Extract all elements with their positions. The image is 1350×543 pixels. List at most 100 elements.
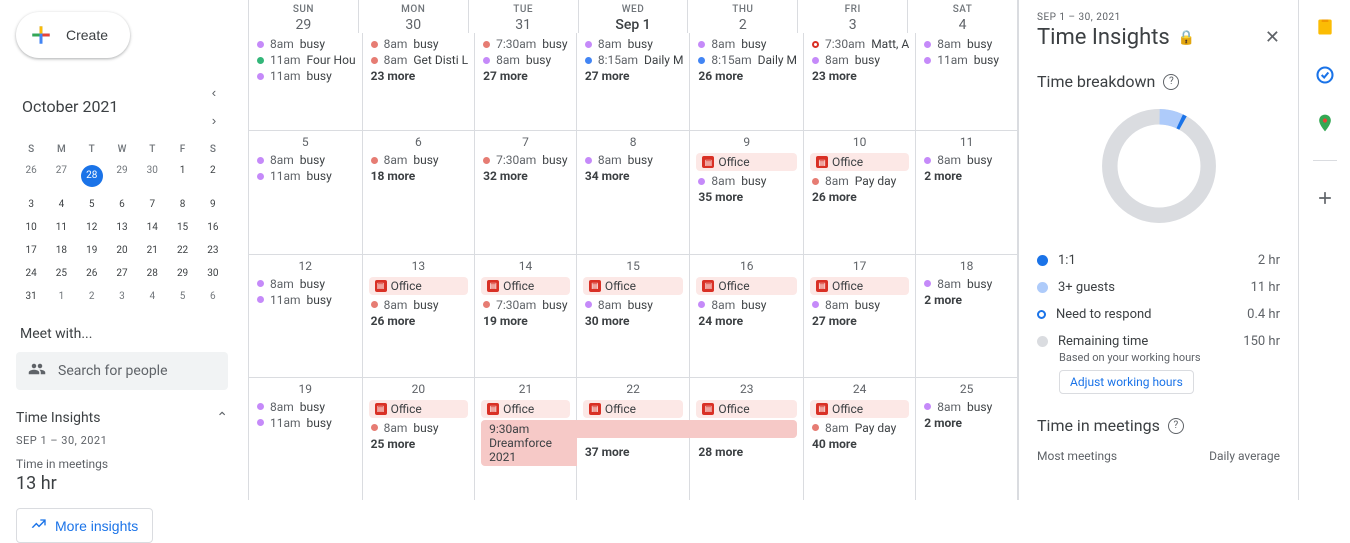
more-events-link[interactable]: 25 more bbox=[369, 437, 469, 451]
more-insights-button[interactable]: More insights bbox=[16, 508, 153, 543]
grid-day-cell[interactable]: 8am busy8:15am Daily M26 more bbox=[690, 33, 804, 130]
mini-date-cell[interactable]: 6 bbox=[107, 193, 137, 216]
mini-date-cell[interactable]: 2 bbox=[198, 159, 228, 193]
multi-day-event[interactable] bbox=[689, 420, 797, 438]
calendar-event[interactable]: 8am busy bbox=[922, 400, 1011, 414]
office-chip[interactable]: ▤Office bbox=[810, 400, 909, 418]
mini-date-cell[interactable]: 5 bbox=[167, 285, 197, 308]
mini-date-cell[interactable]: 27 bbox=[46, 159, 76, 193]
mini-date-cell[interactable]: 4 bbox=[46, 193, 76, 216]
mini-date-cell[interactable]: 31 bbox=[16, 285, 46, 308]
adjust-hours-button[interactable]: Adjust working hours bbox=[1059, 370, 1194, 394]
grid-day-cell[interactable]: 58am busy11am busy bbox=[249, 130, 363, 253]
mini-date-cell[interactable]: 15 bbox=[167, 216, 197, 239]
more-events-link[interactable]: 32 more bbox=[481, 169, 570, 183]
more-events-link[interactable]: 34 more bbox=[583, 169, 684, 183]
mini-date-cell[interactable]: 22 bbox=[167, 239, 197, 262]
grid-day-cell[interactable]: 13▤Office8am busy26 more bbox=[363, 254, 476, 377]
tasks-icon[interactable] bbox=[1314, 64, 1336, 86]
calendar-event[interactable]: 8am busy bbox=[922, 153, 1011, 167]
mini-date-cell[interactable]: 11 bbox=[46, 216, 76, 239]
mini-date-cell[interactable]: 26 bbox=[16, 159, 46, 193]
calendar-event[interactable]: 11am busy bbox=[255, 416, 356, 430]
mini-date-cell[interactable]: 18 bbox=[46, 239, 76, 262]
more-events-link[interactable]: 18 more bbox=[369, 169, 469, 183]
office-chip[interactable]: ▤Office bbox=[583, 277, 684, 295]
search-people-input[interactable]: Search for people bbox=[16, 352, 228, 390]
more-events-link[interactable]: 26 more bbox=[696, 69, 797, 83]
mini-date-cell[interactable]: 13 bbox=[107, 216, 137, 239]
grid-day-cell[interactable]: 24▤Office8am Pay day40 more bbox=[804, 377, 916, 500]
mini-date-cell[interactable]: 5 bbox=[77, 193, 107, 216]
more-events-link[interactable]: 40 more bbox=[810, 437, 909, 451]
grid-day-cell[interactable]: 15▤Office8am busy30 more bbox=[577, 254, 691, 377]
create-button[interactable]: Create bbox=[16, 12, 130, 58]
calendar-event[interactable]: 7:30am busy bbox=[481, 37, 570, 51]
calendar-event[interactable]: 11am busy bbox=[255, 293, 356, 307]
mini-date-cell[interactable]: 24 bbox=[16, 262, 46, 285]
grid-day-cell[interactable]: 22▤Office 37 more bbox=[577, 377, 691, 500]
mini-date-cell[interactable]: 3 bbox=[107, 285, 137, 308]
mini-date-cell[interactable]: 17 bbox=[16, 239, 46, 262]
mini-date-cell[interactable]: 20 bbox=[107, 239, 137, 262]
calendar-event[interactable]: 8am busy bbox=[810, 298, 909, 312]
calendar-event[interactable]: 7:30am busy bbox=[481, 153, 570, 167]
calendar-event[interactable]: 8:15am Daily M bbox=[583, 53, 684, 67]
grid-day-cell[interactable]: 7:30am busy8am busy27 more bbox=[475, 33, 577, 130]
calendar-event[interactable]: 8am busy bbox=[810, 53, 909, 67]
calendar-event[interactable]: 8am busy bbox=[369, 37, 469, 51]
calendar-event[interactable]: 8am busy bbox=[696, 174, 797, 188]
close-panel-button[interactable]: ✕ bbox=[1265, 27, 1280, 48]
grid-day-cell[interactable]: 8am busy 11am busy bbox=[916, 33, 1018, 130]
more-events-link[interactable]: 23 more bbox=[810, 69, 909, 83]
mini-date-cell[interactable]: 1 bbox=[167, 159, 197, 193]
office-chip[interactable]: ▤Office bbox=[696, 277, 797, 295]
calendar-event[interactable]: 11am busy bbox=[922, 53, 1011, 67]
mini-date-cell[interactable]: 9 bbox=[198, 193, 228, 216]
calendar-event[interactable]: 8am Pay day bbox=[810, 421, 909, 435]
grid-day-cell[interactable]: 14▤Office7:30am busy19 more bbox=[475, 254, 577, 377]
calendar-event[interactable]: 8am busy bbox=[369, 421, 469, 435]
mini-date-cell[interactable]: 27 bbox=[107, 262, 137, 285]
grid-day-cell[interactable]: 17▤Office8am busy27 more bbox=[804, 254, 916, 377]
mini-date-cell[interactable]: 30 bbox=[137, 159, 167, 193]
mini-date-cell[interactable]: 28 bbox=[137, 262, 167, 285]
mini-date-cell[interactable]: 1 bbox=[46, 285, 76, 308]
more-events-link[interactable]: 26 more bbox=[369, 314, 469, 328]
mini-date-cell[interactable]: 23 bbox=[198, 239, 228, 262]
more-events-link[interactable]: 2 more bbox=[922, 169, 1011, 183]
calendar-event[interactable]: 8am busy bbox=[583, 153, 684, 167]
keep-icon[interactable] bbox=[1314, 16, 1336, 38]
calendar-event[interactable]: 8am busy bbox=[255, 37, 356, 51]
calendar-event[interactable]: 8am busy bbox=[481, 53, 570, 67]
more-events-link[interactable]: 28 more bbox=[696, 445, 797, 459]
mini-date-cell[interactable]: 7 bbox=[137, 193, 167, 216]
mini-date-cell[interactable]: 28 bbox=[77, 159, 107, 193]
mini-date-cell[interactable]: 8 bbox=[167, 193, 197, 216]
more-events-link[interactable]: 24 more bbox=[696, 314, 797, 328]
maps-icon[interactable] bbox=[1314, 112, 1336, 134]
more-events-link[interactable]: 27 more bbox=[810, 314, 909, 328]
calendar-event[interactable]: 11am busy bbox=[255, 69, 356, 83]
office-chip[interactable]: ▤Office bbox=[810, 277, 909, 295]
office-chip[interactable]: ▤Office bbox=[369, 400, 469, 418]
multi-day-event[interactable] bbox=[576, 420, 691, 438]
office-chip[interactable]: ▤Office bbox=[696, 153, 797, 171]
grid-day-cell[interactable]: 77:30am busy32 more bbox=[475, 130, 577, 253]
grid-day-cell[interactable]: 8am busy11am Four Hou11am busy bbox=[249, 33, 363, 130]
calendar-event[interactable]: 8am busy bbox=[369, 298, 469, 312]
office-chip[interactable]: ▤Office bbox=[369, 277, 469, 295]
more-events-link[interactable]: 26 more bbox=[810, 190, 909, 204]
mini-date-cell[interactable]: 30 bbox=[198, 262, 228, 285]
more-events-link[interactable]: 27 more bbox=[583, 69, 684, 83]
mini-date-cell[interactable]: 2 bbox=[77, 285, 107, 308]
mini-date-cell[interactable]: 12 bbox=[77, 216, 107, 239]
grid-day-cell[interactable]: 7:30am Matt, A8am busy23 more bbox=[804, 33, 916, 130]
mini-date-cell[interactable]: 14 bbox=[137, 216, 167, 239]
office-chip[interactable]: ▤Office bbox=[696, 400, 797, 418]
more-events-link[interactable]: 35 more bbox=[696, 190, 797, 204]
calendar-event[interactable]: 8am busy bbox=[922, 37, 1011, 51]
grid-day-cell[interactable]: 198am busy11am busy bbox=[249, 377, 363, 500]
more-events-link[interactable]: 23 more bbox=[369, 69, 469, 83]
add-addon-button[interactable] bbox=[1314, 187, 1336, 209]
